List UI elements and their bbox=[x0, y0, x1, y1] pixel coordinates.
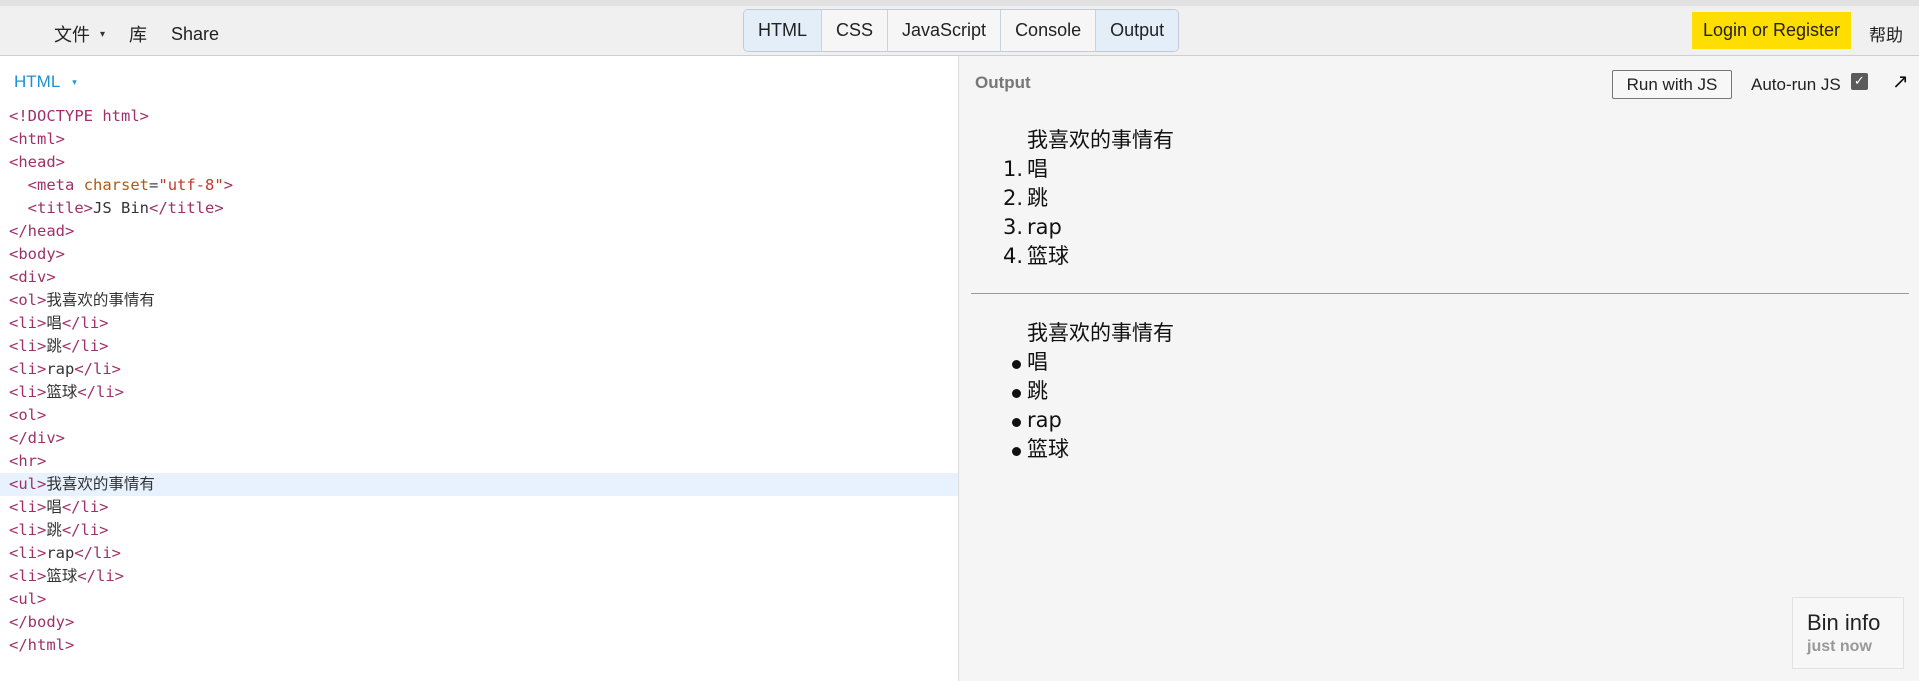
code-line: <li>rap</li> bbox=[9, 360, 121, 378]
output-panel: Output Run with JS Auto-run JS ✓ ↗ 我喜欢的事… bbox=[960, 56, 1919, 681]
jsbin-app: 文件 ▾ 库 Share HTML CSS JavaScript Console… bbox=[0, 0, 1919, 681]
list-number: 3. bbox=[1002, 215, 1023, 239]
bin-info-timestamp: just now bbox=[1807, 638, 1872, 655]
list-item: rap bbox=[1012, 406, 1919, 435]
login-register-button[interactable]: Login or Register bbox=[1692, 12, 1851, 49]
code-line: </body> bbox=[9, 613, 75, 631]
code-line: <!DOCTYPE html> bbox=[9, 107, 149, 125]
code-line: </head> bbox=[9, 222, 75, 240]
bullet-icon bbox=[997, 406, 1021, 435]
tab-output[interactable]: Output bbox=[1096, 10, 1179, 51]
list-item: 跳 bbox=[1012, 377, 1919, 406]
share-menu-label: Share bbox=[171, 23, 220, 44]
top-toolbar: 文件 ▾ 库 Share HTML CSS JavaScript Console… bbox=[0, 0, 1919, 56]
list-item-text: 唱 bbox=[1027, 350, 1048, 374]
code-line: <body> bbox=[9, 245, 65, 263]
list-item: 篮球 bbox=[1012, 435, 1919, 464]
code-line: <li>篮球</li> bbox=[9, 567, 125, 585]
tab-console[interactable]: Console bbox=[1001, 10, 1097, 51]
list-item-text: 篮球 bbox=[1027, 244, 1069, 268]
list-item-text: rap bbox=[1027, 408, 1062, 432]
list-item: 唱 bbox=[1012, 348, 1919, 377]
horizontal-rule bbox=[971, 293, 1909, 294]
tab-css[interactable]: CSS bbox=[822, 10, 889, 51]
rendered-output: 我喜欢的事情有 1. 唱 2. 跳 3. rap 4. 篮球 我喜欢的事情有 唱… bbox=[960, 126, 1919, 464]
editor-language-dropdown[interactable]: HTML ▾ bbox=[14, 72, 77, 92]
main-menu: 文件 ▾ 库 Share bbox=[54, 21, 219, 47]
list-item: 3. rap bbox=[1003, 213, 1919, 242]
ordered-list: 我喜欢的事情有 1. 唱 2. 跳 3. rap 4. 篮球 bbox=[960, 126, 1919, 271]
list-item: 4. 篮球 bbox=[1003, 242, 1919, 271]
code-editor[interactable]: <!DOCTYPE html> <html> <head> <meta char… bbox=[0, 105, 958, 657]
ordered-list-header: 我喜欢的事情有 bbox=[1027, 128, 1174, 152]
autorun-label: Auto-run JS bbox=[1751, 75, 1841, 94]
code-line: <li>唱</li> bbox=[9, 498, 109, 516]
html-editor-panel: HTML ▾ <!DOCTYPE html> <html> <head> <me… bbox=[0, 56, 959, 681]
code-line: <li>唱</li> bbox=[9, 314, 109, 332]
code-line: <li>跳</li> bbox=[9, 521, 109, 539]
code-line: <title>JS Bin</title> bbox=[27, 199, 224, 217]
list-item-text: 跳 bbox=[1027, 379, 1048, 403]
code-line: <li>rap</li> bbox=[9, 544, 121, 562]
editor-language-label: HTML bbox=[14, 72, 61, 91]
library-menu-label: 库 bbox=[129, 25, 148, 45]
code-line: <li>篮球</li> bbox=[9, 383, 125, 401]
list-item-text: rap bbox=[1027, 215, 1062, 239]
tab-javascript[interactable]: JavaScript bbox=[888, 10, 1002, 51]
autorun-toggle: Auto-run JS ✓ bbox=[1751, 72, 1868, 95]
list-item-text: 篮球 bbox=[1027, 437, 1069, 461]
chevron-down-icon: ▾ bbox=[72, 76, 77, 87]
code-line: <ol>我喜欢的事情有 bbox=[9, 291, 155, 309]
list-number: 4. bbox=[1002, 244, 1023, 268]
unordered-list-header: 我喜欢的事情有 bbox=[1027, 321, 1174, 345]
file-menu[interactable]: 文件 ▾ bbox=[54, 21, 105, 47]
code-line: <div> bbox=[9, 268, 56, 286]
bullet-icon bbox=[997, 348, 1021, 377]
code-line: </div> bbox=[9, 429, 65, 447]
list-number: 2. bbox=[1002, 186, 1023, 210]
bin-info-button[interactable]: Bin info just now bbox=[1792, 597, 1904, 669]
code-line: <li>跳</li> bbox=[9, 337, 109, 355]
file-menu-label: 文件 bbox=[54, 25, 90, 45]
share-menu[interactable]: Share bbox=[171, 24, 219, 45]
autorun-checkbox[interactable]: ✓ bbox=[1850, 72, 1868, 90]
popout-icon[interactable]: ↗ bbox=[1892, 69, 1909, 94]
code-line: </html> bbox=[9, 636, 75, 654]
library-menu[interactable]: 库 bbox=[129, 21, 147, 47]
list-item: 1. 唱 bbox=[1003, 155, 1919, 184]
run-with-js-button[interactable]: Run with JS bbox=[1612, 70, 1732, 99]
code-line: <html> bbox=[9, 130, 65, 148]
panel-toggle-group: HTML CSS JavaScript Console Output bbox=[743, 9, 1180, 52]
bullet-icon bbox=[997, 435, 1021, 464]
list-item-text: 唱 bbox=[1027, 157, 1048, 181]
tab-html[interactable]: HTML bbox=[744, 10, 822, 51]
code-line: <ul> bbox=[9, 590, 47, 608]
bullet-icon bbox=[997, 377, 1021, 406]
output-label: Output bbox=[975, 73, 1031, 92]
code-line: <hr> bbox=[9, 452, 47, 470]
unordered-list: 我喜欢的事情有 唱 跳 rap 篮球 bbox=[960, 319, 1919, 464]
bin-info-title: Bin info bbox=[1807, 610, 1881, 635]
list-item-text: 跳 bbox=[1027, 186, 1048, 210]
code-line: <meta charset="utf-8"> bbox=[27, 176, 234, 194]
code-line: <ol> bbox=[9, 406, 47, 424]
chevron-down-icon: ▾ bbox=[100, 28, 106, 40]
list-number: 1. bbox=[1002, 157, 1023, 181]
list-item: 2. 跳 bbox=[1003, 184, 1919, 213]
help-link[interactable]: 帮助 bbox=[1869, 21, 1903, 46]
code-line-active: <ul>我喜欢的事情有 bbox=[0, 473, 958, 496]
code-line: <head> bbox=[9, 153, 65, 171]
